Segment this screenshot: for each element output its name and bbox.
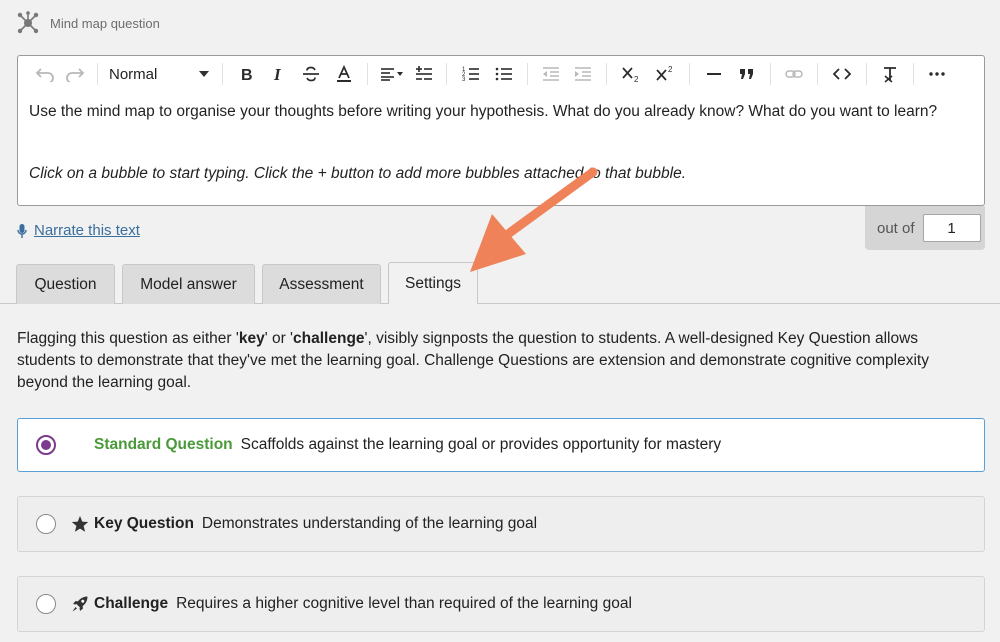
tab-question[interactable]: Question — [16, 264, 115, 304]
editor-content[interactable]: Use the mind map to organise your though… — [18, 92, 984, 194]
quote-icon[interactable] — [731, 60, 763, 88]
toolbar-separator — [222, 63, 223, 85]
toolbar-separator — [367, 63, 368, 85]
toolbar-separator — [817, 63, 818, 85]
radio-standard[interactable] — [36, 435, 56, 455]
score-label: out of — [877, 219, 915, 237]
tab-settings[interactable]: Settings — [388, 262, 478, 304]
tab-model-answer[interactable]: Model answer — [122, 264, 255, 304]
italic-icon[interactable]: I — [262, 60, 294, 88]
clear-format-icon[interactable] — [874, 60, 906, 88]
superscript-icon[interactable]: 2 — [648, 60, 682, 88]
format-select-value: Normal — [109, 65, 158, 83]
option-description: Demonstrates understanding of the learni… — [201, 515, 538, 532]
svg-text:3: 3 — [462, 77, 466, 82]
bullet-list-icon[interactable] — [488, 60, 520, 88]
narrate-label: Narrate this text — [34, 222, 140, 239]
question-type-title: Mind map question — [50, 15, 160, 31]
radio-selected-dot — [41, 440, 51, 450]
horizontal-rule-icon[interactable] — [697, 60, 731, 88]
mind-map-icon — [17, 11, 39, 34]
rocket-icon — [70, 594, 90, 614]
option-key-question[interactable]: Key Question Demonstrates understanding … — [17, 496, 985, 552]
bold-icon[interactable]: B — [230, 60, 262, 88]
chevron-down-icon — [199, 71, 209, 77]
option-name: Challenge — [94, 595, 169, 612]
link-icon[interactable] — [778, 60, 810, 88]
text-color-icon[interactable] — [328, 60, 360, 88]
option-name: Standard Question — [94, 436, 233, 453]
toolbar-separator — [866, 63, 867, 85]
format-select[interactable]: Normal — [105, 60, 215, 88]
toolbar-separator — [770, 63, 771, 85]
instruction-text: Click on a bubble to start typing. Click… — [29, 165, 687, 182]
settings-description: Flagging this question as either 'key' o… — [17, 330, 929, 391]
svg-text:2: 2 — [668, 65, 673, 74]
star-icon — [70, 514, 90, 534]
toolbar-separator — [527, 63, 528, 85]
outdent-icon[interactable] — [535, 60, 567, 88]
challenge-keyword: challenge — [293, 330, 365, 347]
subscript-icon[interactable]: 2 — [614, 60, 648, 88]
question-editor[interactable]: Normal B I 123 2 2 Use the mind map to o… — [17, 55, 985, 206]
radio-key[interactable] — [36, 514, 56, 534]
undo-icon[interactable] — [30, 60, 60, 88]
option-challenge[interactable]: Challenge Requires a higher cognitive le… — [17, 576, 985, 632]
option-name: Key Question — [94, 515, 194, 532]
code-icon[interactable] — [825, 60, 859, 88]
more-icon[interactable] — [921, 60, 953, 88]
toolbar-separator — [446, 63, 447, 85]
toolbar-separator — [689, 63, 690, 85]
question-header: Mind map question — [16, 10, 160, 36]
ordered-list-icon[interactable]: 123 — [454, 60, 488, 88]
question-tabs: Question Model answer Assessment Setting… — [16, 262, 485, 304]
editor-toolbar: Normal B I 123 2 2 — [18, 56, 984, 92]
line-spacing-icon[interactable] — [409, 60, 439, 88]
svg-text:2: 2 — [634, 75, 639, 83]
svg-text:I: I — [273, 66, 282, 82]
redo-icon[interactable] — [60, 60, 90, 88]
option-standard-question[interactable]: Standard Question Scaffolds against the … — [17, 418, 985, 472]
score-box: out of 1 — [865, 206, 985, 250]
align-icon[interactable] — [375, 60, 409, 88]
score-input[interactable]: 1 — [922, 214, 981, 242]
narrate-link[interactable]: Narrate this text — [17, 222, 140, 239]
toolbar-separator — [913, 63, 914, 85]
strikethrough-icon[interactable] — [294, 60, 328, 88]
radio-challenge[interactable] — [36, 594, 56, 614]
toolbar-separator — [97, 63, 98, 85]
option-description: Requires a higher cognitive level than r… — [176, 595, 632, 612]
key-keyword: key — [238, 330, 265, 347]
question-text: Use the mind map to organise your though… — [29, 103, 938, 120]
toolbar-separator — [606, 63, 607, 85]
indent-icon[interactable] — [567, 60, 599, 88]
svg-text:B: B — [241, 67, 253, 82]
tab-assessment[interactable]: Assessment — [262, 264, 381, 304]
microphone-icon — [17, 223, 27, 238]
option-description: Scaffolds against the learning goal or p… — [240, 436, 722, 453]
